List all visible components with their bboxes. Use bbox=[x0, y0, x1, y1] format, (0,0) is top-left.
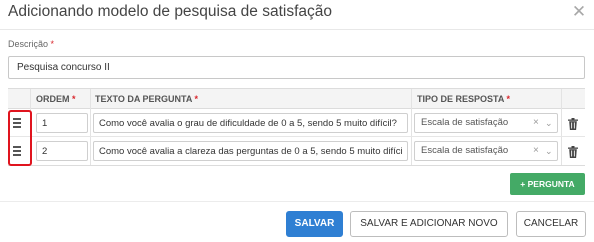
question-text-input[interactable] bbox=[93, 141, 408, 161]
question-text-input[interactable] bbox=[93, 113, 408, 133]
required-mark: * bbox=[50, 39, 55, 49]
response-type-value: Escala de satisfação bbox=[421, 117, 509, 128]
modal-title: Adicionando modelo de pesquisa de satisf… bbox=[8, 3, 333, 20]
response-type-value: Escala de satisfação bbox=[421, 145, 509, 156]
order-input[interactable] bbox=[36, 141, 88, 161]
table-row: Escala de satisfação × ⌄ bbox=[8, 109, 585, 137]
save-button[interactable]: SALVAR bbox=[286, 211, 343, 237]
response-type-select[interactable]: Escala de satisfação × ⌄ bbox=[414, 113, 558, 133]
chevron-down-icon[interactable]: ⌄ bbox=[545, 142, 553, 160]
trash-icon[interactable] bbox=[568, 117, 578, 130]
table-header: ORDEM * TEXTO DA PERGUNTA * TIPO DE RESP… bbox=[8, 89, 585, 109]
modal-header: Adicionando modelo de pesquisa de satisf… bbox=[0, 0, 594, 30]
description-label: Descrição * bbox=[8, 39, 54, 49]
add-question-button[interactable]: + PERGUNTA bbox=[510, 173, 585, 195]
clear-icon[interactable]: × bbox=[533, 142, 539, 160]
questions-table: ORDEM * TEXTO DA PERGUNTA * TIPO DE RESP… bbox=[8, 88, 585, 166]
footer-divider bbox=[0, 201, 594, 202]
header-question: TEXTO DA PERGUNTA * bbox=[95, 94, 199, 104]
table-row: Escala de satisfação × ⌄ bbox=[8, 137, 585, 165]
header-order: ORDEM * bbox=[36, 94, 76, 104]
response-type-select[interactable]: Escala de satisfação × ⌄ bbox=[414, 141, 558, 161]
save-and-new-button[interactable]: SALVAR E ADICIONAR NOVO bbox=[350, 211, 508, 237]
chevron-down-icon[interactable]: ⌄ bbox=[545, 114, 553, 132]
clear-icon[interactable]: × bbox=[533, 114, 539, 132]
description-label-text: Descrição bbox=[8, 39, 49, 49]
cancel-button[interactable]: CANCELAR bbox=[516, 211, 586, 237]
description-input[interactable] bbox=[8, 56, 585, 79]
order-input[interactable] bbox=[36, 113, 88, 133]
trash-icon[interactable] bbox=[568, 145, 578, 158]
drag-handle-highlight bbox=[8, 110, 32, 166]
close-icon[interactable]: ✕ bbox=[571, 3, 587, 21]
header-response-type: TIPO DE RESPOSTA * bbox=[417, 94, 511, 104]
header-divider bbox=[0, 29, 594, 30]
modal-dialog: Adicionando modelo de pesquisa de satisf… bbox=[0, 0, 594, 242]
